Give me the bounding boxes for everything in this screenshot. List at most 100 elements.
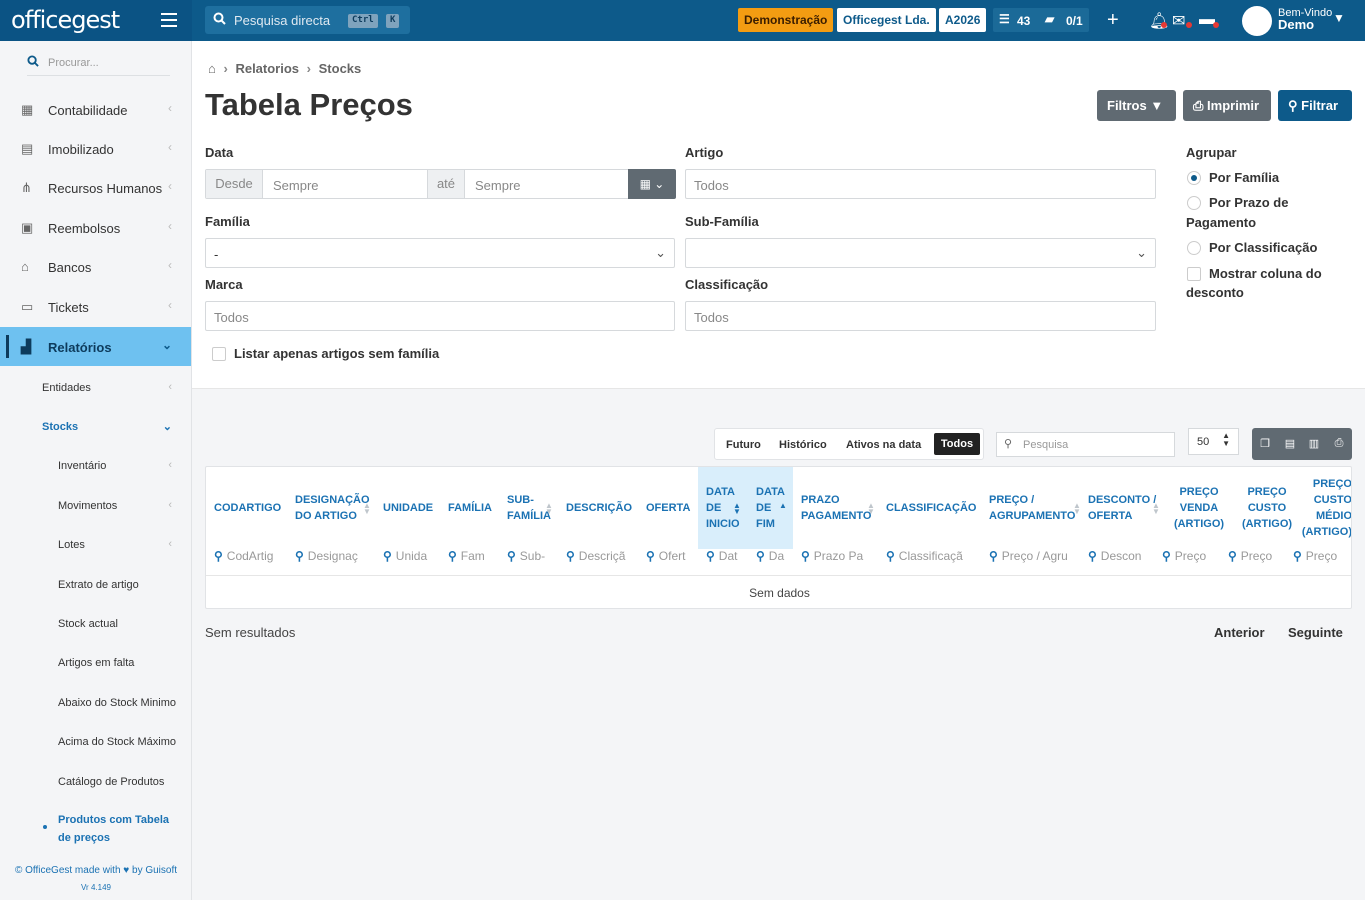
col-preco-custo-medio[interactable]: PREÇO CUSTO MÉDIO (ARTIGO) [1300, 467, 1351, 549]
filtrar-button[interactable]: ⚲ Filtrar [1278, 90, 1352, 121]
sidebar-subsub-stock-actual[interactable]: Stock actual [0, 609, 191, 639]
imprimir-label: Imprimir [1207, 98, 1260, 113]
col-data-inicio[interactable]: DATA DE INICIO ▲ ▼ [698, 467, 746, 549]
col-descricao[interactable]: DESCRIÇÃO [566, 467, 641, 549]
calculator-icon: ▦ [21, 102, 34, 117]
page-size-select[interactable]: 50 ▲ ▼ [1188, 428, 1239, 455]
pdf-icon[interactable]: ▥ [1304, 437, 1324, 450]
sidebar-item-relatorios[interactable]: ▟ Relatórios ⌄ [0, 327, 191, 366]
filter-classificacao[interactable]: ⚲ Classificaçã [886, 549, 974, 575]
table-search-input[interactable]: ⚲ Pesquisa [996, 432, 1175, 457]
next-page-button[interactable]: Seguinte [1288, 625, 1343, 640]
user-menu[interactable]: Bem-Vindo Demo [1278, 7, 1332, 31]
col-preco-custo[interactable]: PREÇO CUSTO (ARTIGO) [1234, 467, 1300, 549]
sidebar-item-reembolsos[interactable]: ▣ Reembolsos ‹ [0, 208, 191, 247]
col-label: DESCONTO / OFERTA [1088, 494, 1157, 522]
filtros-button[interactable]: Filtros ▼ [1097, 90, 1176, 121]
filter-designacao[interactable]: ⚲ Designaç [295, 549, 367, 575]
radio-por-classificacao[interactable] [1187, 241, 1201, 255]
bell-icon[interactable]: 🔔︎ [1149, 11, 1169, 31]
filter-oferta[interactable]: ⚲ Ofert [646, 549, 692, 575]
logo[interactable]: officegest [11, 6, 120, 34]
search-icon: ⚲ [1228, 549, 1237, 563]
avatar[interactable] [1242, 6, 1272, 36]
col-desconto[interactable]: DESCONTO / OFERTA ▲ ▼ [1088, 467, 1162, 549]
menu-icon[interactable] [161, 13, 177, 27]
chevron-down-icon[interactable]: ▼ [1333, 11, 1345, 25]
sidebar-search[interactable]: Procurar... [27, 55, 170, 76]
col-data-fim[interactable]: DATA DE FIM ▲ [746, 467, 793, 549]
sidebar-sub-stocks[interactable]: Stocks ⌄ [0, 412, 191, 442]
sem-familia-checkbox[interactable] [212, 347, 226, 361]
sidebar-item-contabilidade[interactable]: ▦ Contabilidade ‹ [0, 90, 191, 129]
filter-preco-agrupamento[interactable]: ⚲ Preço / Agru [989, 549, 1073, 575]
filter-placeholder: Preço / Agru [1001, 549, 1068, 563]
date-from-input[interactable]: Sempre [273, 178, 319, 193]
col-preco-venda[interactable]: PREÇO VENDA (ARTIGO) [1169, 467, 1229, 549]
sidebar-sub-entidades[interactable]: Entidades ‹ [0, 373, 191, 403]
familia-select[interactable]: - ⌄ [205, 238, 675, 268]
artigo-input[interactable]: Todos [685, 169, 1156, 199]
breadcrumb-relatorios[interactable]: Relatorios [235, 61, 299, 76]
year-badge[interactable]: A2026 [939, 8, 987, 32]
tab-historico[interactable]: Histórico [779, 439, 827, 451]
sidebar-subsub-acima-maximo[interactable]: Acima do Stock Máximo [0, 727, 191, 757]
copy-icon[interactable]: ❐ [1255, 437, 1275, 450]
filter-preco-custo[interactable]: ⚲ Preço [1228, 549, 1288, 575]
sidebar-subsub-produtos-tabela[interactable]: Produtos com Tabela de preços [0, 808, 191, 848]
col-preco-agrupamento[interactable]: PREÇO / AGRUPAMENTO ▲ ▼ [989, 467, 1081, 549]
col-classificacao[interactable]: CLASSIFICAÇÃO [886, 467, 981, 549]
home-icon[interactable]: ⌂ [208, 61, 216, 76]
sidebar-item-bancos[interactable]: ⌂ Bancos ‹ [0, 247, 191, 286]
sidebar-subsub-extrato[interactable]: Extrato de artigo [0, 570, 191, 600]
calendar-icon[interactable]: ▦ ⌄ [628, 169, 676, 199]
sidebar-subsub-artigos-em-falta[interactable]: Artigos em falta [0, 648, 191, 678]
col-unidade[interactable]: UNIDADE [383, 467, 443, 549]
search-icon [213, 12, 226, 28]
sidebar-subsub-movimentos[interactable]: Movimentos ‹ [0, 491, 191, 521]
col-oferta[interactable]: OFERTA [646, 467, 696, 549]
sidebar-subsub-inventario[interactable]: Inventário ‹ [0, 451, 191, 481]
imprimir-button[interactable]: ⎙ Imprimir [1183, 90, 1271, 121]
mail-icon[interactable]: ✉ [1172, 11, 1185, 31]
filter-preco-venda[interactable]: ⚲ Preço [1162, 549, 1222, 575]
date-to-input[interactable]: Sempre [475, 178, 521, 193]
col-subfamilia[interactable]: SUB-FAMÍLIA ▲ ▼ [507, 467, 559, 549]
sidebar-item-recursos-humanos[interactable]: ⋔ Recursos Humanos ‹ [0, 168, 191, 207]
sidebar-subsub-catalogo[interactable]: Catálogo de Produtos [0, 767, 191, 797]
col-familia[interactable]: FAMÍLIA [448, 467, 496, 549]
sidebar-item-imobilizado[interactable]: ▤ Imobilizado ‹ [0, 129, 191, 168]
filter-desconto[interactable]: ⚲ Descon [1088, 549, 1158, 575]
excel-icon[interactable]: ▤ [1280, 437, 1300, 450]
sidebar-subsub-abaixo-minimo[interactable]: Abaixo do Stock Minimo [0, 688, 191, 718]
print-icon[interactable]: ⎙ [1329, 437, 1349, 450]
marca-input[interactable]: Todos [205, 301, 675, 331]
filter-preco-custo-medio[interactable]: ⚲ Preço [1293, 549, 1351, 575]
company-badge[interactable]: Officegest Lda. [837, 8, 936, 32]
filter-descricao[interactable]: ⚲ Descriçã [566, 549, 631, 575]
subfamilia-select[interactable]: ⌄ [685, 238, 1156, 268]
filter-prazo[interactable]: ⚲ Prazo Pa [801, 549, 871, 575]
global-search[interactable]: Pesquisa directa Ctrl K [205, 6, 410, 34]
filter-data-fim[interactable]: ⚲ Da [756, 549, 790, 575]
tab-futuro[interactable]: Futuro [726, 439, 761, 451]
filter-subfamilia[interactable]: ⚲ Sub- [507, 549, 552, 575]
filter-data-inicio[interactable]: ⚲ Dat [706, 549, 742, 575]
breadcrumb-stocks[interactable]: Stocks [319, 61, 362, 76]
col-prazo[interactable]: PRAZO PAGAMENTO ▲ ▼ [801, 467, 881, 549]
demo-badge[interactable]: Demonstração [738, 8, 834, 32]
filter-codartigo[interactable]: ⚲ CodArtig [214, 549, 286, 575]
plus-icon[interactable]: + [1107, 9, 1119, 32]
tab-todos[interactable]: Todos [934, 433, 980, 455]
col-codartigo[interactable]: CODARTIGO [214, 467, 294, 549]
tab-ativos[interactable]: Ativos na data [846, 439, 921, 451]
tasks-counter[interactable]: ☰ 43 ▰ 0/1 [993, 8, 1089, 32]
radio-por-familia[interactable] [1187, 171, 1201, 185]
classificacao-input[interactable]: Todos [685, 301, 1156, 331]
filter-unidade[interactable]: ⚲ Unida [383, 549, 435, 575]
col-designacao[interactable]: DESIGNAÇÃO DO ARTIGO ▲ ▼ [295, 467, 375, 549]
filter-familia[interactable]: ⚲ Fam [448, 549, 493, 575]
sidebar-subsub-lotes[interactable]: Lotes ‹ [0, 530, 191, 560]
prev-page-button[interactable]: Anterior [1214, 625, 1265, 640]
sidebar-item-tickets[interactable]: ▭ Tickets ‹ [0, 287, 191, 326]
